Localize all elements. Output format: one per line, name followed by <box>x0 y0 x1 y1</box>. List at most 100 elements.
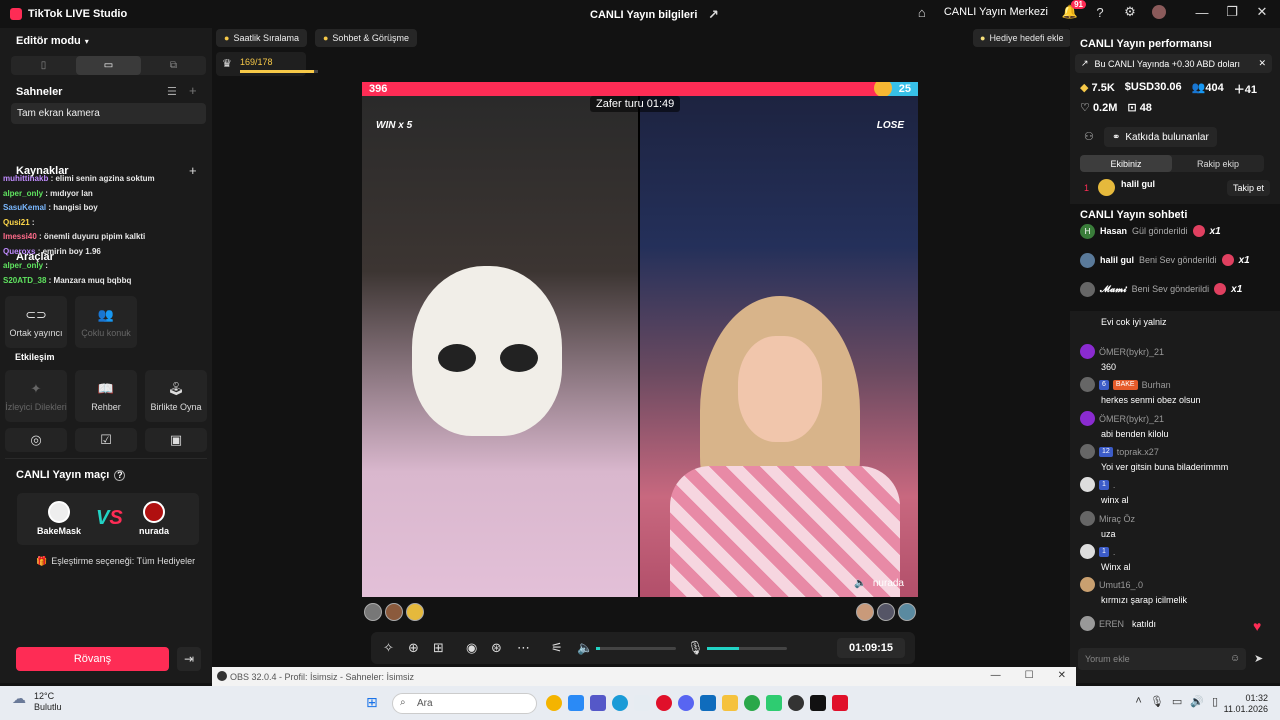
landscape-mode-button[interactable]: ▭ <box>76 56 141 75</box>
store-icon[interactable] <box>568 695 584 711</box>
weather-widget[interactable]: 12°C Bulutlu ☁ <box>12 691 62 713</box>
avatar[interactable] <box>856 603 874 621</box>
emoji-icon[interactable]: ☺ <box>1230 653 1240 664</box>
info-icon[interactable]: ? <box>114 469 126 481</box>
diamond-icon: ◆ <box>1080 82 1089 94</box>
exit-match-button[interactable]: ⇥ <box>177 647 201 671</box>
send-icon[interactable]: ➤ <box>1254 652 1263 665</box>
microphone-icon[interactable]: 🎙 <box>687 640 704 656</box>
tool-more-2[interactable]: ☑ <box>75 428 137 452</box>
mail-icon[interactable] <box>700 695 716 711</box>
add-scene-icon[interactable]: + <box>189 83 197 98</box>
obs-icon[interactable] <box>788 695 804 711</box>
comment-input[interactable]: Yorum ekle <box>1078 648 1246 670</box>
follow-button[interactable]: Takip et <box>1226 180 1270 196</box>
bulb-icon: ● <box>980 33 986 43</box>
maximize-icon[interactable]: ☐ <box>1025 670 1034 681</box>
minimize-icon[interactable]: — <box>1194 4 1210 20</box>
chat-meet-button[interactable]: ● Sohbet & Görüşme <box>314 29 417 47</box>
search-icon: ⌕ <box>400 697 406 708</box>
avatar[interactable] <box>385 603 403 621</box>
portrait-mode-button[interactable]: ▯ <box>11 56 76 75</box>
heart-icon[interactable]: ♥ <box>1253 618 1261 634</box>
skull-mask-figure <box>412 266 562 436</box>
opponent-supporters <box>856 603 916 621</box>
avatar[interactable] <box>406 603 424 621</box>
tab-our-team[interactable]: Ekibiniz <box>1080 155 1172 172</box>
guide-button[interactable]: 📖 Rehber <box>75 370 137 422</box>
edge-icon[interactable] <box>612 695 628 711</box>
multi-mode-button[interactable]: ⧉ <box>141 56 206 75</box>
add-media-icon[interactable]: ⊕ <box>408 640 419 656</box>
settings-sliders-icon[interactable]: ⚟ <box>551 640 563 656</box>
maximize-icon[interactable]: ❐ <box>1224 4 1240 20</box>
multi-guest-button[interactable]: 👥 Çoklu konuk <box>75 296 137 348</box>
cohost-button[interactable]: ⊂⊃ Ortak yayıncı <box>5 296 67 348</box>
coin-icon: ● <box>322 33 329 43</box>
tool-more-1[interactable]: ◎ <box>5 428 67 452</box>
display-icon[interactable]: ▭ <box>1172 695 1182 708</box>
play-together-button[interactable]: 🕹 Birlikte Oyna <box>145 370 207 422</box>
gift-row: halil gul Beni Sev gönderildi x1 <box>1080 252 1250 268</box>
live-center-link[interactable]: CANLI Yayın Merkezi <box>944 6 1048 18</box>
close-icon[interactable]: ✕ <box>1254 4 1270 20</box>
record-icon[interactable]: ◉ <box>466 640 477 656</box>
contributors-button[interactable]: ⚭ Katkıda bulunanlar <box>1104 127 1217 147</box>
chrome-alt-icon[interactable] <box>744 695 760 711</box>
screen-icon[interactable]: ⊞ <box>433 640 444 656</box>
users-icon: 👥 <box>97 306 115 322</box>
volume-slider[interactable] <box>596 647 676 650</box>
battery-icon[interactable]: ▯ <box>1212 695 1218 708</box>
home-icon: ⌂ <box>917 4 926 20</box>
camera-flip-icon[interactable]: ⊛ <box>491 640 502 656</box>
windows-start-icon[interactable]: ⊞ <box>366 694 378 711</box>
mic-level-slider[interactable] <box>707 647 787 650</box>
user-settings-icon[interactable]: ⚇ <box>1084 130 1094 143</box>
avatar[interactable] <box>1152 5 1166 19</box>
chrome-icon[interactable] <box>546 695 562 711</box>
rematch-button[interactable]: Rövanş <box>16 647 169 671</box>
share-icon[interactable]: ↗ <box>705 7 721 23</box>
clock[interactable]: 01:32 11.01.2026 <box>1224 693 1268 715</box>
viewer-wishes-button[interactable]: ✦ İzleyici Dilekleri <box>5 370 67 422</box>
minimize-icon[interactable]: — <box>991 670 1001 681</box>
close-icon[interactable]: ✕ <box>1258 58 1266 69</box>
gear-icon[interactable]: ⚙ <box>1122 4 1138 20</box>
teams-icon[interactable] <box>590 695 606 711</box>
add-gift-goal-button[interactable]: ● Hediye hedefi ekle <box>973 29 1071 47</box>
stats-row-1: ◆ 7.5K $USD30.06 👥404 ＋41 <box>1080 81 1257 97</box>
youtube-icon[interactable] <box>832 695 848 711</box>
live-preview[interactable]: 396 25 WIN x 5 LOSE 🔈 nurada Zafer turu … <box>362 82 918 597</box>
volume-icon[interactable]: 🔈 <box>577 640 593 656</box>
tool-more-3[interactable]: ▣ <box>145 428 207 452</box>
speaker-icon[interactable]: 🔈 <box>854 578 866 589</box>
hourly-ranking-button[interactable]: ● Saatlik Sıralama <box>216 29 307 47</box>
host-video: WIN x 5 <box>362 96 638 597</box>
gift-feed: CANLI Yayın sohbeti H Hasan Gül gönderild… <box>1070 204 1280 311</box>
avatar[interactable] <box>364 603 382 621</box>
scene-item[interactable]: Tam ekran kamera <box>11 103 206 124</box>
more-icon[interactable]: ⋯ <box>517 640 530 656</box>
folder-icon[interactable] <box>722 695 738 711</box>
taskbar-search[interactable]: Ara <box>392 693 537 714</box>
obs-window-bar[interactable]: OBS 32.0.4 - Profil: İsimsiz - Sahneler:… <box>212 667 1076 686</box>
microphone-icon[interactable]: 🎙 <box>1150 695 1164 708</box>
help-icon[interactable]: ? <box>1092 4 1108 20</box>
avatar <box>1080 511 1095 526</box>
chevron-up-icon[interactable]: ˄ <box>1135 695 1141 708</box>
list-icon[interactable]: ☰ <box>167 85 177 98</box>
game-icon[interactable] <box>766 695 782 711</box>
speaker-icon[interactable]: 🔊 <box>1190 695 1204 708</box>
editor-mode-dropdown[interactable]: Editör modu ▾ <box>16 35 89 47</box>
tab-rival-team[interactable]: Rakip ekip <box>1172 155 1264 172</box>
magic-wand-icon[interactable]: ✧ <box>383 640 394 656</box>
avatar[interactable] <box>877 603 895 621</box>
avatar[interactable] <box>898 603 916 621</box>
tiktok-icon[interactable] <box>810 695 826 711</box>
usd-stat: $USD30.06 <box>1124 81 1182 93</box>
opera-icon[interactable] <box>656 695 672 711</box>
discord-icon[interactable] <box>678 695 694 711</box>
live-info-title[interactable]: CANLI Yayın bilgileri ↗ <box>590 7 721 23</box>
notifications-button[interactable]: 🔔 91 <box>1062 0 1086 20</box>
close-icon[interactable]: ✕ <box>1058 670 1066 681</box>
